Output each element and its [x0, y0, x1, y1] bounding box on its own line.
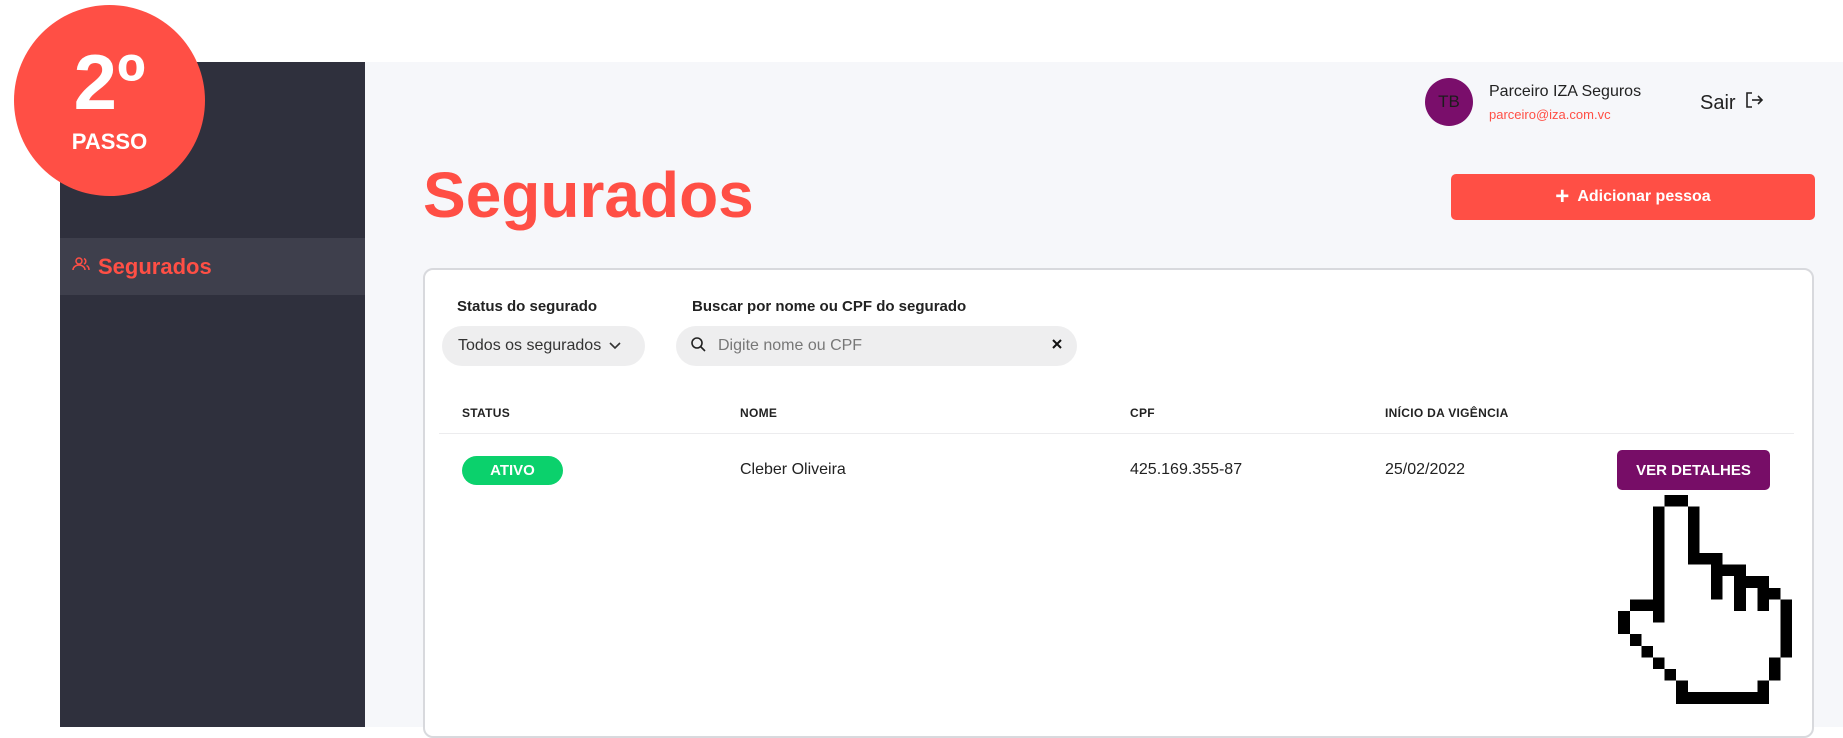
search-input[interactable]: [716, 336, 1051, 356]
add-person-label: Adicionar pessoa: [1577, 188, 1711, 205]
status-dropdown[interactable]: Todos os segurados: [442, 326, 645, 366]
avatar: TB: [1425, 78, 1473, 126]
sidebar-item-segurados[interactable]: Segurados: [60, 238, 365, 295]
users-icon: [72, 256, 90, 277]
chevron-down-icon: [601, 337, 621, 355]
column-header-start-date: INÍCIO DA VIGÊNCIA: [1385, 406, 1509, 420]
search-box: [676, 326, 1077, 366]
policy-start-date: 25/02/2022: [1385, 461, 1466, 478]
user-name: Parceiro IZA Seguros: [1489, 82, 1642, 100]
status-badge: ATIVO: [462, 456, 563, 485]
column-header-cpf: CPF: [1130, 406, 1155, 420]
column-header-status: STATUS: [462, 406, 511, 420]
status-dropdown-value: Todos os segurados: [458, 337, 602, 354]
insured-cpf: 425.169.355-87: [1130, 461, 1243, 478]
step-badge: 2º PASSO: [14, 5, 205, 196]
hand-pointer-icon: [1618, 495, 1804, 732]
logout-button[interactable]: Sair: [1700, 90, 1764, 116]
sidebar-item-label: Segurados: [98, 253, 212, 279]
table-divider: [439, 433, 1794, 434]
user-profile: TB Parceiro IZA Seguros parceiro@iza.com…: [1425, 78, 1641, 126]
column-header-name: NOME: [740, 406, 778, 420]
insured-list-card: Status do segurado Buscar por nome ou CP…: [423, 268, 1814, 738]
status-filter-label: Status do segurado: [457, 298, 598, 315]
user-email: parceiro@iza.com.vc: [1489, 106, 1611, 122]
page-title: Segurados: [423, 159, 754, 231]
plus-icon: +: [1555, 183, 1570, 210]
view-details-button[interactable]: VER DETALHES: [1617, 450, 1770, 490]
insured-name: Cleber Oliveira: [740, 461, 846, 478]
step-number: 2º: [73, 38, 146, 126]
step-label: PASSO: [71, 129, 148, 154]
search-label: Buscar por nome ou CPF do segurado: [692, 298, 967, 315]
logout-label: Sair: [1700, 91, 1736, 114]
add-person-button[interactable]: + Adicionar pessoa: [1451, 174, 1815, 220]
search-icon: [690, 336, 706, 357]
clear-icon[interactable]: [1051, 337, 1063, 355]
logout-icon: [1736, 90, 1764, 116]
